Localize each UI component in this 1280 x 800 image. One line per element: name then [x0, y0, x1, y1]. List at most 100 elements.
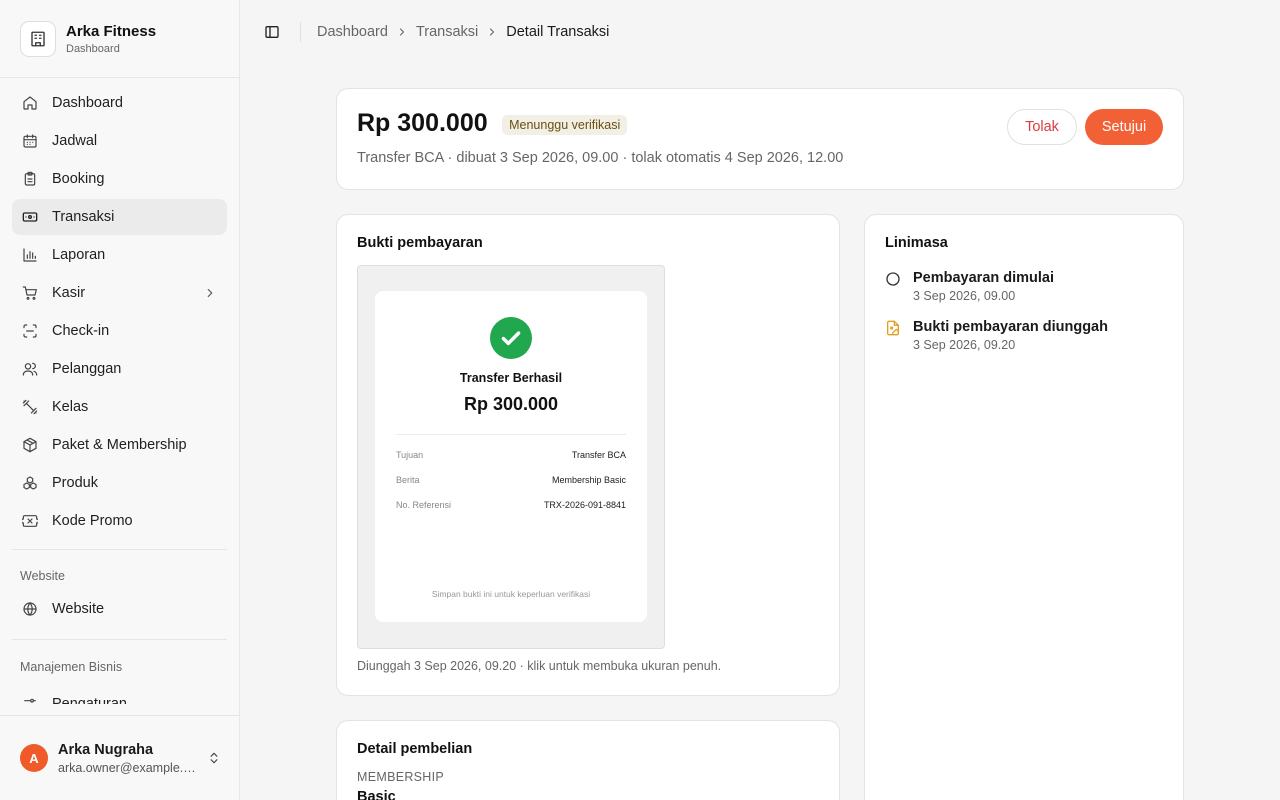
breadcrumb-transaksi[interactable]: Transaksi — [416, 24, 478, 40]
clipboard-icon — [24, 171, 36, 186]
bar-chart-icon — [23, 248, 37, 262]
settings-icon — [24, 698, 36, 703]
sidebar-item-pengaturan[interactable]: Pengaturan — [12, 686, 227, 704]
brand-subtitle: Dashboard — [66, 42, 120, 55]
sidebar-item-label: Paket & Membership — [52, 437, 187, 453]
sidebar-item-kelas[interactable]: Kelas — [12, 389, 227, 425]
package-icon — [23, 437, 37, 453]
payment-proof-caption: Diunggah 3 Sep 2026, 09.20 · klik untuk … — [357, 659, 722, 673]
sidebar-item-label: Booking — [52, 171, 105, 187]
sidebar-item-laporan[interactable]: Laporan — [12, 237, 227, 273]
topbar-divider — [300, 22, 301, 42]
timeline-title: Linimasa — [885, 235, 948, 251]
topbar: Dashboard Transaksi Detail Transaksi — [240, 0, 1280, 64]
sidebar-item-kode-promo[interactable]: Kode Promo — [12, 503, 227, 539]
purchase-detail-card: Detail pembelian MEMBERSHIP Basic — [336, 720, 840, 800]
breadcrumb-dashboard[interactable]: Dashboard — [317, 24, 388, 40]
purchase-type-label: MEMBERSHIP — [357, 770, 445, 784]
receipt-row: Tujuan Transfer BCA — [375, 450, 647, 460]
sidebar-item-label: Kode Promo — [52, 513, 133, 529]
sidebar-item-paket-membership[interactable]: Paket & Membership — [12, 427, 227, 463]
chevron-right-icon — [207, 288, 213, 298]
website-nav: Website — [0, 591, 239, 627]
sidebar-item-label: Laporan — [52, 247, 106, 263]
timeline-item-time: 3 Sep 2026, 09.00 — [913, 289, 1016, 303]
sidebar-toggle-icon[interactable] — [264, 24, 280, 40]
payment-proof-image[interactable]: Transfer Berhasil Rp 300.000 Tujuan Tran… — [357, 265, 665, 649]
timeline-card: Linimasa Pembayaran dimulai 3 Sep 2026, … — [864, 214, 1184, 800]
transaction-amount: Rp 300.000 — [357, 109, 488, 137]
brand-name: Arka Fitness — [66, 22, 157, 40]
receipt-row: No. Referensi TRX-2026-091-8841 — [375, 500, 647, 510]
sidebar-group-label: Manajemen Bisnis — [20, 660, 123, 674]
file-image-icon — [887, 320, 899, 336]
sidebar-item-produk[interactable]: Produk — [12, 465, 227, 501]
receipt-row-label: Berita — [396, 475, 420, 485]
transaction-meta: Transfer BCA · dibuat 3 Sep 2026, 09.00 … — [357, 150, 844, 166]
chevron-right-icon — [490, 28, 495, 36]
sidebar-item-check-in[interactable]: Check-in — [12, 313, 227, 349]
receipt-row-label: Tujuan — [396, 450, 424, 460]
receipt-divider — [396, 434, 626, 435]
payment-proof-title: Bukti pembayaran — [357, 235, 483, 251]
sidebar-item-kasir[interactable]: Kasir — [12, 275, 227, 311]
status-badge: Menunggu verifikasi — [502, 114, 628, 135]
timeline-item-title: Pembayaran dimulai — [913, 270, 1055, 286]
reject-button[interactable]: Tolak — [1007, 109, 1077, 145]
receipt-row-value: Membership Basic — [551, 475, 626, 485]
sidebar-item-label: Produk — [52, 475, 98, 491]
sidebar-item-dashboard[interactable]: Dashboard — [12, 85, 227, 121]
scan-icon — [23, 324, 37, 338]
business-nav: Pengaturan — [0, 682, 239, 704]
sidebar-item-label: Transaksi — [52, 209, 115, 225]
sidebar-item-label: Pelanggan — [52, 361, 122, 377]
timeline-item: Pembayaran dimulai 3 Sep 2026, 09.00 — [885, 270, 1163, 303]
brand[interactable]: Arka Fitness Dashboard — [0, 0, 239, 78]
home-icon — [23, 96, 37, 110]
timeline-item-time: 3 Sep 2026, 09.20 — [913, 338, 1016, 352]
sidebar-item-label: Website — [52, 601, 105, 617]
receipt: Transfer Berhasil Rp 300.000 Tujuan Tran… — [375, 291, 647, 622]
users-icon — [22, 362, 38, 376]
user-name: Arka Nugraha — [58, 741, 154, 758]
sidebar-item-label: Jadwal — [52, 133, 98, 149]
cart-icon — [22, 286, 37, 300]
receipt-row: Berita Membership Basic — [375, 475, 647, 485]
sidebar-item-label: Pengaturan — [52, 696, 127, 704]
approve-button[interactable]: Setujui — [1085, 109, 1163, 145]
sidebar-item-label: Check-in — [52, 323, 110, 339]
breadcrumb-current: Detail Transaksi — [506, 24, 610, 40]
sidebar-item-booking[interactable]: Booking — [12, 161, 227, 197]
receipt-amount: Rp 300.000 — [463, 394, 559, 414]
banknote-icon — [22, 212, 38, 222]
sidebar-item-website[interactable]: Website — [12, 591, 227, 627]
timeline-item-title: Bukti pembayaran diunggah — [913, 319, 1108, 335]
user-email: arka.owner@example.com — [58, 760, 198, 775]
sidebar-item-label: Dashboard — [52, 95, 123, 111]
purchase-detail-title: Detail pembelian — [357, 741, 473, 757]
sidebar-item-transaksi[interactable]: Transaksi — [12, 199, 227, 235]
receipt-title: Transfer Berhasil — [459, 371, 563, 385]
breadcrumb: Dashboard Transaksi Detail Transaksi — [317, 24, 609, 40]
dumbbell-icon — [22, 399, 38, 415]
payment-proof-card: Bukti pembayaran Transfer Berhasil Rp 30… — [336, 214, 840, 696]
sidebar-item-label: Kelas — [52, 399, 89, 415]
timeline-item: Bukti pembayaran diunggah 3 Sep 2026, 09… — [885, 319, 1163, 352]
sidebar-item-jadwal[interactable]: Jadwal — [12, 123, 227, 159]
sidebar-item-pelanggan[interactable]: Pelanggan — [12, 351, 227, 387]
transaction-header-card: Rp 300.000 Menunggu verifikasi Transfer … — [336, 88, 1184, 190]
user-menu[interactable]: A Arka Nugraha arka.owner@example.com — [0, 715, 239, 800]
receipt-row-value: Transfer BCA — [571, 450, 626, 460]
boxes-icon — [23, 476, 37, 490]
chevron-right-icon — [399, 28, 404, 36]
building-icon — [20, 20, 56, 57]
globe-icon — [23, 602, 37, 616]
purchase-plan: Basic — [357, 789, 396, 800]
ticket-icon — [22, 515, 38, 527]
avatar: A — [20, 744, 48, 772]
sidebar-item-label: Kasir — [52, 285, 86, 301]
sidebar-group-label: Website — [20, 569, 65, 583]
receipt-footer: Simpan bukti ini untuk keperluan verifik… — [431, 589, 591, 599]
main-nav: Dashboard Jadwal Booking Transaksi Lapor… — [0, 78, 239, 539]
sidebar: Arka Fitness Dashboard Dashboard Jadwal … — [0, 0, 240, 800]
